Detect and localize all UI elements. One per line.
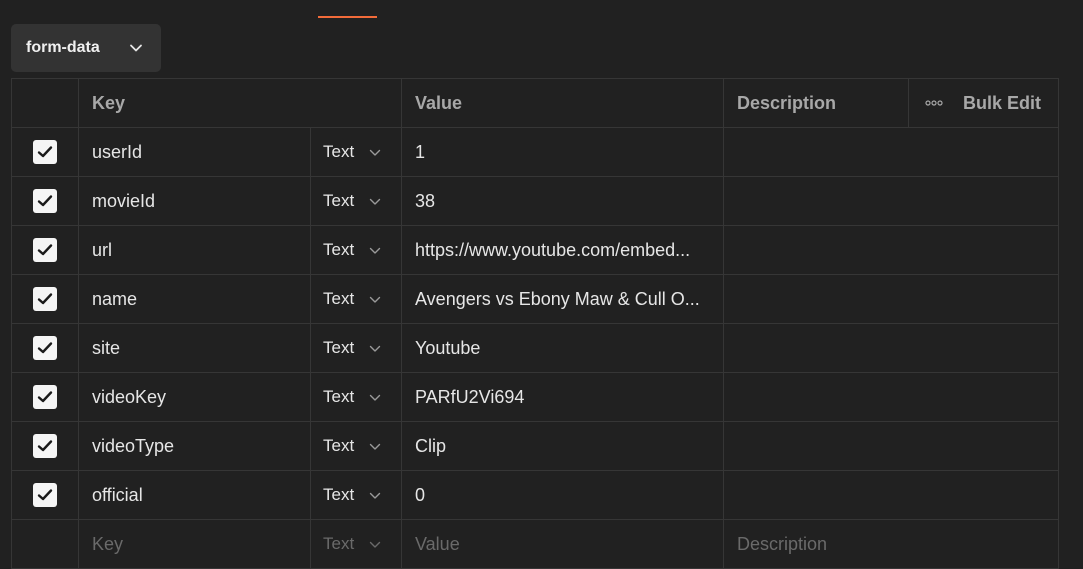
bulk-edit-button[interactable]: Bulk Edit bbox=[909, 79, 1059, 127]
header-check-cell bbox=[12, 79, 79, 127]
table-row: movieId Text 38 bbox=[12, 177, 1059, 226]
description-input[interactable] bbox=[724, 422, 1059, 470]
type-dropdown[interactable]: Text bbox=[311, 226, 402, 274]
table-row: url Text https://www.youtube.com/embed... bbox=[12, 226, 1059, 275]
chevron-down-icon bbox=[369, 345, 381, 352]
new-key-input[interactable]: Key bbox=[79, 520, 311, 568]
key-input[interactable]: official bbox=[79, 471, 311, 519]
key-input[interactable]: videoType bbox=[79, 422, 311, 470]
description-input[interactable] bbox=[724, 128, 1059, 176]
description-input[interactable] bbox=[724, 177, 1059, 225]
key-input[interactable]: name bbox=[79, 275, 311, 323]
type-dropdown[interactable]: Text bbox=[311, 275, 402, 323]
key-input[interactable]: userId bbox=[79, 128, 311, 176]
chevron-down-icon bbox=[369, 443, 381, 450]
request-tabs bbox=[0, 0, 1083, 18]
row-enabled-checkbox[interactable] bbox=[33, 336, 57, 360]
key-input[interactable]: site bbox=[79, 324, 311, 372]
checkmark-icon bbox=[37, 293, 53, 305]
bulk-edit-label: Bulk Edit bbox=[963, 92, 1042, 113]
description-input[interactable] bbox=[724, 226, 1059, 274]
row-enabled-checkbox[interactable] bbox=[33, 434, 57, 458]
new-type-dropdown[interactable]: Text bbox=[311, 520, 402, 568]
value-input[interactable]: Youtube bbox=[402, 324, 724, 372]
type-dropdown[interactable]: Text bbox=[311, 373, 402, 421]
key-input[interactable]: videoKey bbox=[79, 373, 311, 421]
checkmark-icon bbox=[37, 195, 53, 207]
header-value: Value bbox=[402, 79, 724, 127]
description-input[interactable] bbox=[724, 324, 1059, 372]
more-options-icon bbox=[925, 100, 943, 106]
checkmark-icon bbox=[37, 489, 53, 501]
type-dropdown[interactable]: Text bbox=[311, 177, 402, 225]
table-row: videoKey Text PARfU2Vi694 bbox=[12, 373, 1059, 422]
new-row-check-cell bbox=[12, 520, 79, 568]
body-type-dropdown[interactable]: form-data bbox=[11, 24, 161, 72]
description-input[interactable] bbox=[724, 275, 1059, 323]
active-tab-underline bbox=[318, 16, 377, 18]
row-check-cell bbox=[12, 471, 79, 519]
chevron-down-icon bbox=[369, 247, 381, 254]
checkmark-icon bbox=[37, 244, 53, 256]
row-check-cell bbox=[12, 226, 79, 274]
row-enabled-checkbox[interactable] bbox=[33, 287, 57, 311]
description-input[interactable] bbox=[724, 471, 1059, 519]
row-check-cell bbox=[12, 373, 79, 421]
header-description: Description bbox=[724, 79, 909, 127]
value-input[interactable]: 38 bbox=[402, 177, 724, 225]
header-key: Key bbox=[79, 79, 402, 127]
chevron-down-icon bbox=[369, 296, 381, 303]
chevron-down-icon bbox=[369, 198, 381, 205]
value-input[interactable]: https://www.youtube.com/embed... bbox=[402, 226, 724, 274]
key-input[interactable]: movieId bbox=[79, 177, 311, 225]
row-enabled-checkbox[interactable] bbox=[33, 483, 57, 507]
row-enabled-checkbox[interactable] bbox=[33, 189, 57, 213]
type-dropdown[interactable]: Text bbox=[311, 471, 402, 519]
value-input[interactable]: PARfU2Vi694 bbox=[402, 373, 724, 421]
value-input[interactable]: Clip bbox=[402, 422, 724, 470]
value-input[interactable]: 1 bbox=[402, 128, 724, 176]
new-value-input[interactable]: Value bbox=[402, 520, 724, 568]
chevron-down-icon bbox=[130, 44, 142, 52]
value-input[interactable]: 0 bbox=[402, 471, 724, 519]
checkmark-icon bbox=[37, 440, 53, 452]
table-row: name Text Avengers vs Ebony Maw & Cull O..… bbox=[12, 275, 1059, 324]
value-input[interactable]: Avengers vs Ebony Maw & Cull O... bbox=[402, 275, 724, 323]
new-row: Key Text Value Description bbox=[12, 520, 1059, 569]
table-header: Key Value Description Bulk Edit bbox=[12, 79, 1059, 128]
type-dropdown[interactable]: Text bbox=[311, 422, 402, 470]
chevron-down-icon bbox=[369, 394, 381, 401]
chevron-down-icon bbox=[369, 149, 381, 156]
row-enabled-checkbox[interactable] bbox=[33, 140, 57, 164]
table-row: videoType Text Clip bbox=[12, 422, 1059, 471]
checkmark-icon bbox=[37, 342, 53, 354]
row-check-cell bbox=[12, 324, 79, 372]
table-row: userId Text 1 bbox=[12, 128, 1059, 177]
row-enabled-checkbox[interactable] bbox=[33, 238, 57, 262]
new-description-input[interactable]: Description bbox=[724, 520, 1059, 568]
row-check-cell bbox=[12, 128, 79, 176]
checkmark-icon bbox=[37, 391, 53, 403]
type-dropdown[interactable]: Text bbox=[311, 128, 402, 176]
row-enabled-checkbox[interactable] bbox=[33, 385, 57, 409]
key-input[interactable]: url bbox=[79, 226, 311, 274]
chevron-down-icon bbox=[369, 492, 381, 499]
checkmark-icon bbox=[37, 146, 53, 158]
body-type-label: form-data bbox=[26, 39, 100, 56]
form-data-table: Key Value Description Bulk Edit userId Te… bbox=[11, 78, 1059, 569]
chevron-down-icon bbox=[369, 541, 381, 548]
table-row: official Text 0 bbox=[12, 471, 1059, 520]
row-check-cell bbox=[12, 177, 79, 225]
row-check-cell bbox=[12, 422, 79, 470]
type-dropdown[interactable]: Text bbox=[311, 324, 402, 372]
row-check-cell bbox=[12, 275, 79, 323]
description-input[interactable] bbox=[724, 373, 1059, 421]
table-row: site Text Youtube bbox=[12, 324, 1059, 373]
